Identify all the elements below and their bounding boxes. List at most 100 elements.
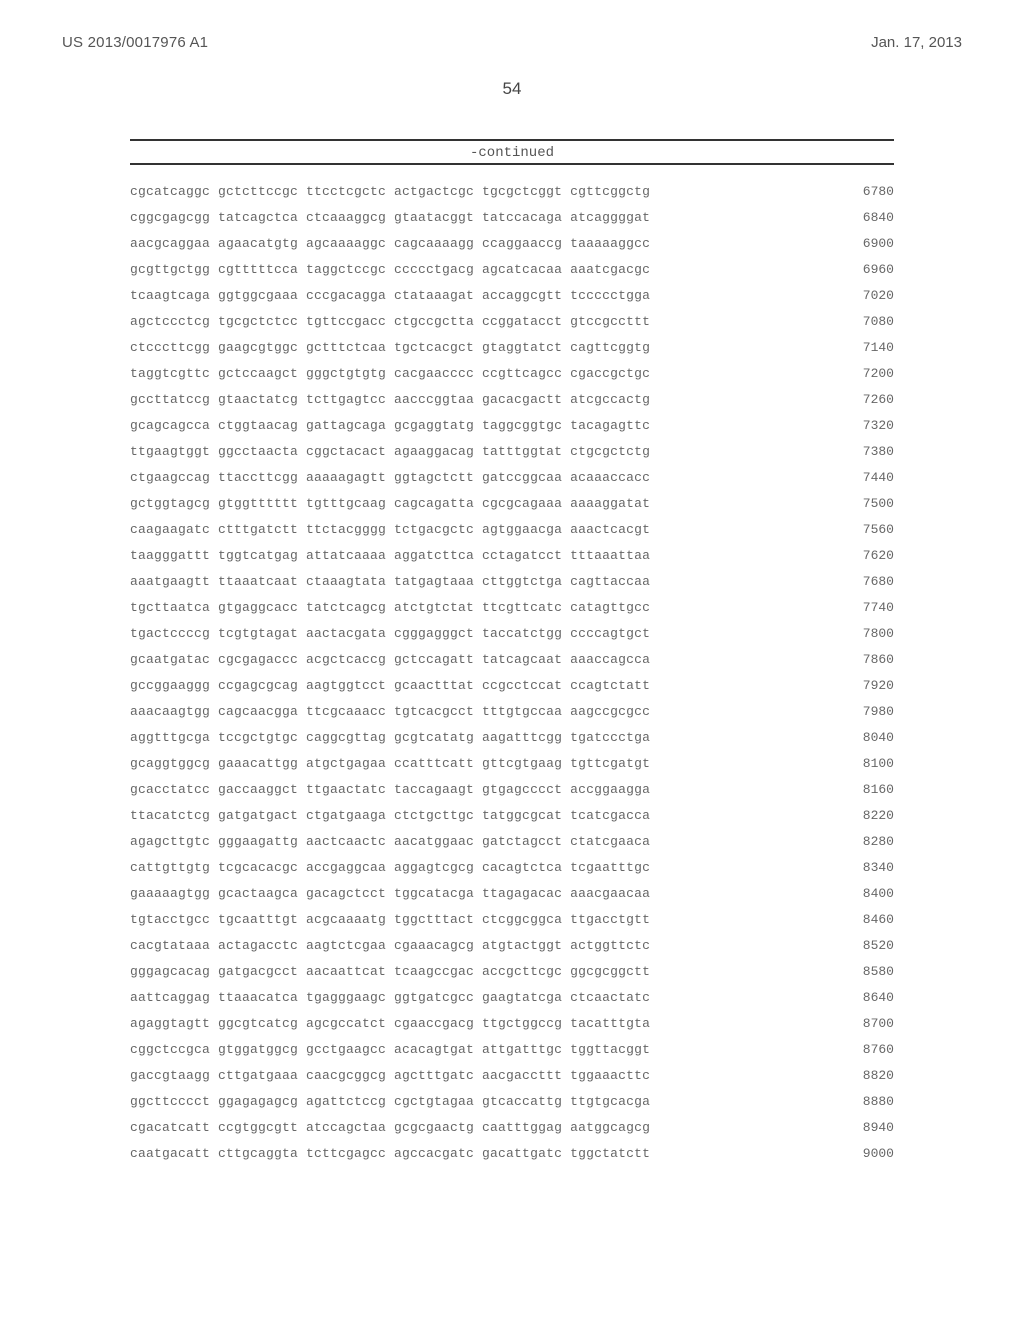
sequence-row: cggcgagcgg tatcagctca ctcaaaggcg gtaatac…: [130, 205, 894, 231]
sequence-row: gaccgtaagg cttgatgaaa caacgcggcg agctttg…: [130, 1063, 894, 1089]
sequence-text: aacgcaggaa agaacatgtg agcaaaaggc cagcaaa…: [130, 231, 650, 257]
sequence-position: 7020: [833, 283, 894, 309]
sequence-position: 8460: [833, 907, 894, 933]
sequence-position: 7080: [833, 309, 894, 335]
sequence-row: gccttatccg gtaactatcg tcttgagtcc aacccgg…: [130, 387, 894, 413]
sequence-position: 8700: [833, 1011, 894, 1037]
sequence-text: agaggtagtt ggcgtcatcg agcgccatct cgaaccg…: [130, 1011, 650, 1037]
sequence-position: 7860: [833, 647, 894, 673]
sequence-text: tgcttaatca gtgaggcacc tatctcagcg atctgtc…: [130, 595, 650, 621]
sequence-position: 7260: [833, 387, 894, 413]
sequence-row: ttgaagtggt ggcctaacta cggctacact agaagga…: [130, 439, 894, 465]
sequence-text: gctggtagcg gtggtttttt tgtttgcaag cagcaga…: [130, 491, 650, 517]
sequence-position: 6780: [833, 179, 894, 205]
sequence-text: cgacatcatt ccgtggcgtt atccagctaa gcgcgaa…: [130, 1115, 650, 1141]
sequence-row: gcgttgctgg cgtttttcca taggctccgc ccccctg…: [130, 257, 894, 283]
sequence-text: cgcatcaggc gctcttccgc ttcctcgctc actgact…: [130, 179, 650, 205]
sequence-text: ggcttcccct ggagagagcg agattctccg cgctgta…: [130, 1089, 650, 1115]
sequence-text: aattcaggag ttaaacatca tgagggaagc ggtgatc…: [130, 985, 650, 1011]
sequence-text: agctccctcg tgcgctctcc tgttccgacc ctgccgc…: [130, 309, 650, 335]
sequence-position: 6840: [833, 205, 894, 231]
page-header: US 2013/0017976 A1 Jan. 17, 2013: [0, 0, 1024, 51]
sequence-row: taggtcgttc gctccaagct gggctgtgtg cacgaac…: [130, 361, 894, 387]
sequence-position: 8760: [833, 1037, 894, 1063]
sequence-row: gggagcacag gatgacgcct aacaattcat tcaagcc…: [130, 959, 894, 985]
sequence-row: agctccctcg tgcgctctcc tgttccgacc ctgccgc…: [130, 309, 894, 335]
sequence-text: gccttatccg gtaactatcg tcttgagtcc aacccgg…: [130, 387, 650, 413]
sequence-position: 8100: [833, 751, 894, 777]
sequence-row: aacgcaggaa agaacatgtg agcaaaaggc cagcaaa…: [130, 231, 894, 257]
sequence-text: taagggattt tggtcatgag attatcaaaa aggatct…: [130, 543, 650, 569]
page-number: 54: [0, 79, 1024, 99]
sequence-row: aattcaggag ttaaacatca tgagggaagc ggtgatc…: [130, 985, 894, 1011]
continued-divider: -continued: [130, 139, 894, 165]
sequence-position: 7980: [833, 699, 894, 725]
sequence-text: tgtacctgcc tgcaatttgt acgcaaaatg tggcttt…: [130, 907, 650, 933]
sequence-text: aggtttgcga tccgctgtgc caggcgttag gcgtcat…: [130, 725, 650, 751]
sequence-text: cattgttgtg tcgcacacgc accgaggcaa aggagtc…: [130, 855, 650, 881]
sequence-row: tgtacctgcc tgcaatttgt acgcaaaatg tggcttt…: [130, 907, 894, 933]
sequence-row: gctggtagcg gtggtttttt tgtttgcaag cagcaga…: [130, 491, 894, 517]
continued-label: -continued: [470, 145, 554, 161]
sequence-row: gccggaaggg ccgagcgcag aagtggtcct gcaactt…: [130, 673, 894, 699]
sequence-text: cggctccgca gtggatggcg gcctgaagcc acacagt…: [130, 1037, 650, 1063]
sequence-position: 7920: [833, 673, 894, 699]
sequence-position: 7320: [833, 413, 894, 439]
sequence-text: caagaagatc ctttgatctt ttctacgggg tctgacg…: [130, 517, 650, 543]
sequence-position: 7440: [833, 465, 894, 491]
sequence-row: aaacaagtgg cagcaacgga ttcgcaaacc tgtcacg…: [130, 699, 894, 725]
sequence-row: gcaatgatac cgcgagaccc acgctcaccg gctccag…: [130, 647, 894, 673]
sequence-position: 8040: [833, 725, 894, 751]
sequence-row: agaggtagtt ggcgtcatcg agcgccatct cgaaccg…: [130, 1011, 894, 1037]
sequence-text: gccggaaggg ccgagcgcag aagtggtcct gcaactt…: [130, 673, 650, 699]
sequence-text: tcaagtcaga ggtggcgaaa cccgacagga ctataaa…: [130, 283, 650, 309]
sequence-text: taggtcgttc gctccaagct gggctgtgtg cacgaac…: [130, 361, 650, 387]
sequence-position: 8580: [833, 959, 894, 985]
sequence-position: 8400: [833, 881, 894, 907]
sequence-row: cattgttgtg tcgcacacgc accgaggcaa aggagtc…: [130, 855, 894, 881]
sequence-row: cgcatcaggc gctcttccgc ttcctcgctc actgact…: [130, 179, 894, 205]
sequence-text: cggcgagcgg tatcagctca ctcaaaggcg gtaatac…: [130, 205, 650, 231]
sequence-position: 8640: [833, 985, 894, 1011]
sequence-text: gcaggtggcg gaaacattgg atgctgagaa ccatttc…: [130, 751, 650, 777]
sequence-row: ggcttcccct ggagagagcg agattctccg cgctgta…: [130, 1089, 894, 1115]
sequence-position: 7680: [833, 569, 894, 595]
sequence-row: ctcccttcgg gaagcgtggc gctttctcaa tgctcac…: [130, 335, 894, 361]
sequence-text: gcgttgctgg cgtttttcca taggctccgc ccccctg…: [130, 257, 650, 283]
sequence-text: ctcccttcgg gaagcgtggc gctttctcaa tgctcac…: [130, 335, 650, 361]
sequence-text: tgactccccg tcgtgtagat aactacgata cgggagg…: [130, 621, 650, 647]
sequence-text: ttgaagtggt ggcctaacta cggctacact agaagga…: [130, 439, 650, 465]
sequence-position: 7740: [833, 595, 894, 621]
sequence-position: 9000: [833, 1141, 894, 1167]
sequence-row: cacgtataaa actagacctc aagtctcgaa cgaaaca…: [130, 933, 894, 959]
sequence-text: ctgaagccag ttaccttcgg aaaaagagtt ggtagct…: [130, 465, 650, 491]
sequence-row: gcagcagcca ctggtaacag gattagcaga gcgaggt…: [130, 413, 894, 439]
publication-date: Jan. 17, 2013: [871, 34, 962, 51]
sequence-row: gcaggtggcg gaaacattgg atgctgagaa ccatttc…: [130, 751, 894, 777]
sequence-text: gggagcacag gatgacgcct aacaattcat tcaagcc…: [130, 959, 650, 985]
sequence-row: ttacatctcg gatgatgact ctgatgaaga ctctgct…: [130, 803, 894, 829]
publication-number: US 2013/0017976 A1: [62, 34, 208, 51]
sequence-position: 7500: [833, 491, 894, 517]
sequence-listing: cgcatcaggc gctcttccgc ttcctcgctc actgact…: [130, 179, 894, 1167]
sequence-row: agagcttgtc gggaagattg aactcaactc aacatgg…: [130, 829, 894, 855]
sequence-text: gcagcagcca ctggtaacag gattagcaga gcgaggt…: [130, 413, 650, 439]
sequence-row: aggtttgcga tccgctgtgc caggcgttag gcgtcat…: [130, 725, 894, 751]
sequence-position: 8820: [833, 1063, 894, 1089]
sequence-text: agagcttgtc gggaagattg aactcaactc aacatgg…: [130, 829, 650, 855]
sequence-text: gcaatgatac cgcgagaccc acgctcaccg gctccag…: [130, 647, 650, 673]
sequence-position: 7560: [833, 517, 894, 543]
sequence-text: aaatgaagtt ttaaatcaat ctaaagtata tatgagt…: [130, 569, 650, 595]
sequence-text: ttacatctcg gatgatgact ctgatgaaga ctctgct…: [130, 803, 650, 829]
sequence-row: caatgacatt cttgcaggta tcttcgagcc agccacg…: [130, 1141, 894, 1167]
sequence-text: gaaaaagtgg gcactaagca gacagctcct tggcata…: [130, 881, 650, 907]
sequence-row: cggctccgca gtggatggcg gcctgaagcc acacagt…: [130, 1037, 894, 1063]
sequence-row: cgacatcatt ccgtggcgtt atccagctaa gcgcgaa…: [130, 1115, 894, 1141]
sequence-position: 7620: [833, 543, 894, 569]
sequence-text: aaacaagtgg cagcaacgga ttcgcaaacc tgtcacg…: [130, 699, 650, 725]
sequence-position: 7800: [833, 621, 894, 647]
sequence-text: gcacctatcc gaccaaggct ttgaactatc taccaga…: [130, 777, 650, 803]
sequence-row: gcacctatcc gaccaaggct ttgaactatc taccaga…: [130, 777, 894, 803]
sequence-row: ctgaagccag ttaccttcgg aaaaagagtt ggtagct…: [130, 465, 894, 491]
sequence-text: caatgacatt cttgcaggta tcttcgagcc agccacg…: [130, 1141, 650, 1167]
